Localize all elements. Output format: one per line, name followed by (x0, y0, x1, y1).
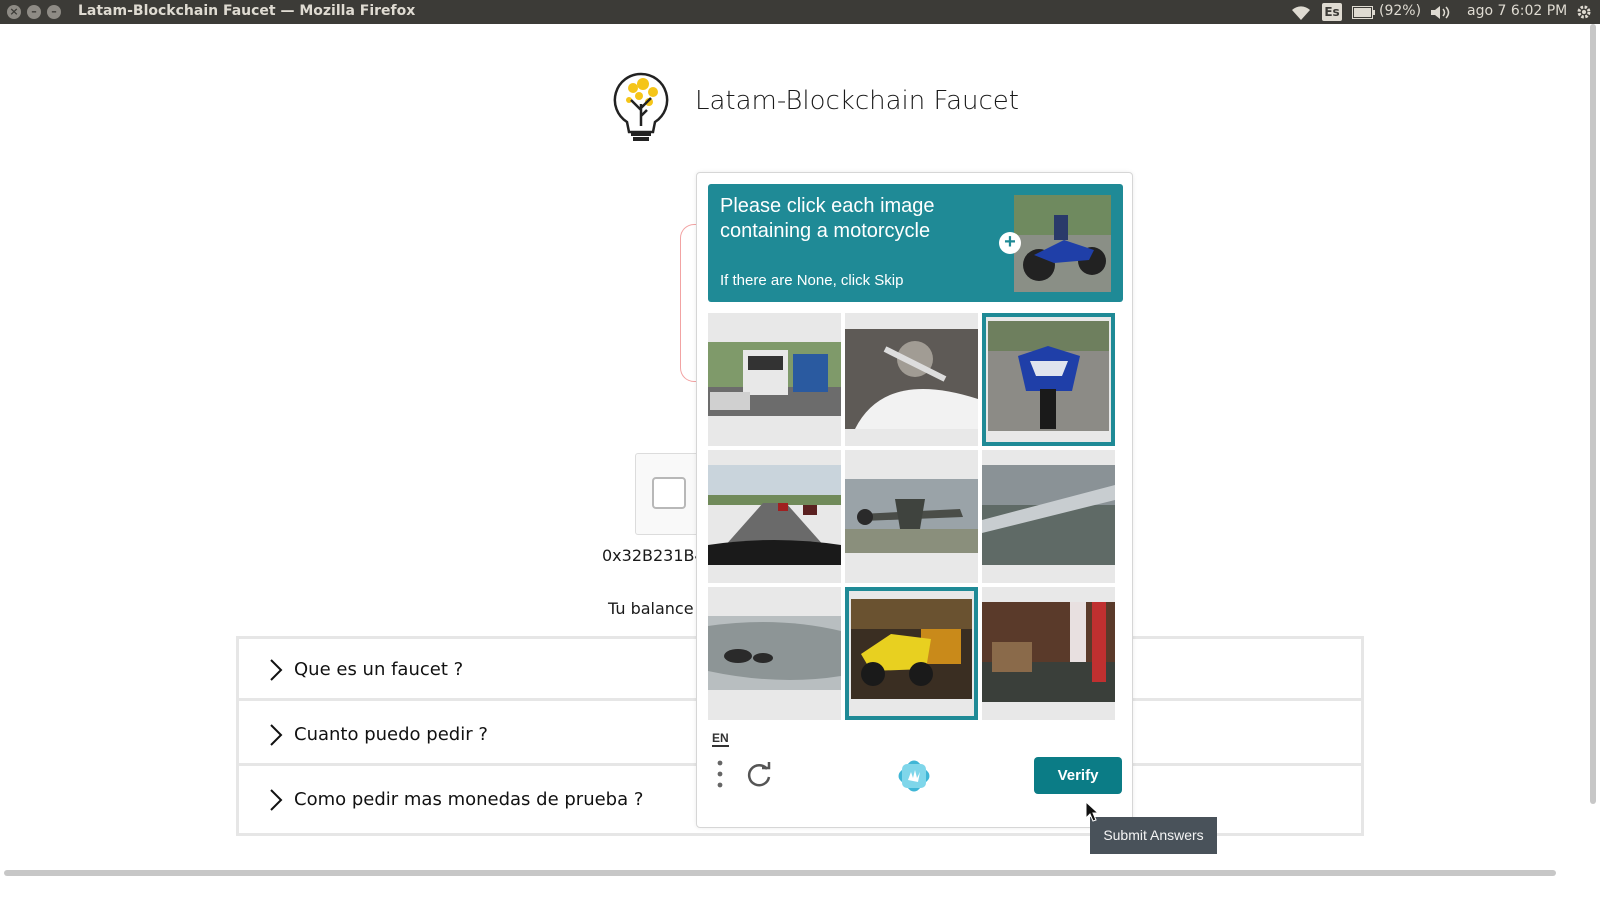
vertical-scrollbar[interactable] (1590, 24, 1596, 804)
battery-icon[interactable] (1352, 6, 1376, 19)
window-title: Latam-Blockchain Faucet — Mozilla Firefo… (78, 3, 416, 19)
system-top-bar: × – – Latam-Blockchain Faucet — Mozilla … (0, 0, 1600, 24)
tile-image (845, 479, 978, 553)
verify-button[interactable]: Verify (1034, 757, 1122, 794)
captcha-checkbox[interactable] (652, 477, 686, 509)
prompt-text: Please click each image containing a mot… (720, 195, 935, 242)
keyboard-layout-indicator[interactable]: Es (1322, 3, 1342, 21)
close-window-icon[interactable]: × (7, 5, 21, 19)
image-tile[interactable] (708, 450, 841, 583)
site-title: Latam-Blockchain Faucet (695, 86, 1019, 116)
volume-icon[interactable] (1430, 5, 1452, 20)
tile-image (988, 321, 1109, 431)
maximize-window-icon[interactable]: – (47, 5, 61, 19)
battery-percent: (92%) (1379, 3, 1422, 19)
clock[interactable]: ago 7 6:02 PM (1467, 3, 1567, 19)
chevron-right-icon (270, 789, 283, 811)
image-grid (708, 313, 1123, 728)
tile-image (708, 465, 841, 565)
image-tile[interactable] (982, 450, 1115, 583)
mouse-cursor-icon (1085, 801, 1099, 822)
language-selector[interactable]: EN (712, 731, 729, 747)
refresh-icon[interactable] (745, 761, 773, 789)
browser-page: Latam-Blockchain Faucet 0x32B231B4 Tu ba… (0, 24, 1600, 900)
example-image[interactable] (1014, 195, 1111, 292)
image-tile[interactable] (708, 587, 841, 720)
more-options-icon[interactable] (717, 760, 723, 788)
image-tile-selected[interactable] (982, 313, 1115, 446)
faq-label: Que es un faucet ? (294, 659, 464, 680)
captcha-challenge-panel: Please click each image containing a mot… (696, 172, 1133, 828)
faq-label: Como pedir mas monedas de prueba ? (294, 789, 644, 810)
wifi-icon[interactable] (1290, 5, 1312, 21)
challenge-prompt: Please click each image containing a mot… (708, 184, 1123, 302)
submit-tooltip: Submit Answers (1090, 817, 1217, 854)
horizontal-scrollbar[interactable] (4, 870, 1556, 876)
image-tile-selected[interactable] (845, 587, 978, 720)
site-logo-icon (613, 72, 669, 141)
faq-label: Cuanto puedo pedir ? (294, 724, 488, 745)
gear-icon[interactable] (1576, 4, 1592, 20)
zoom-plus-icon[interactable]: + (999, 232, 1021, 254)
image-tile[interactable] (845, 313, 978, 446)
tile-image (845, 329, 978, 429)
tile-image (982, 465, 1115, 565)
chevron-right-icon (270, 724, 283, 746)
tile-image (708, 342, 841, 416)
image-tile[interactable] (708, 313, 841, 446)
minimize-window-icon[interactable]: – (27, 5, 41, 19)
balance-label: Tu balance a (608, 599, 709, 618)
wallet-address: 0x32B231B4 (602, 546, 705, 565)
hcaptcha-logo-icon[interactable] (896, 758, 932, 794)
tile-image (708, 616, 841, 690)
image-tile[interactable] (845, 450, 978, 583)
tile-image (982, 602, 1115, 702)
tile-image (851, 599, 972, 699)
prompt-subtext: If there are None, click Skip (720, 272, 904, 289)
chevron-right-icon (270, 659, 283, 681)
image-tile[interactable] (982, 587, 1115, 720)
